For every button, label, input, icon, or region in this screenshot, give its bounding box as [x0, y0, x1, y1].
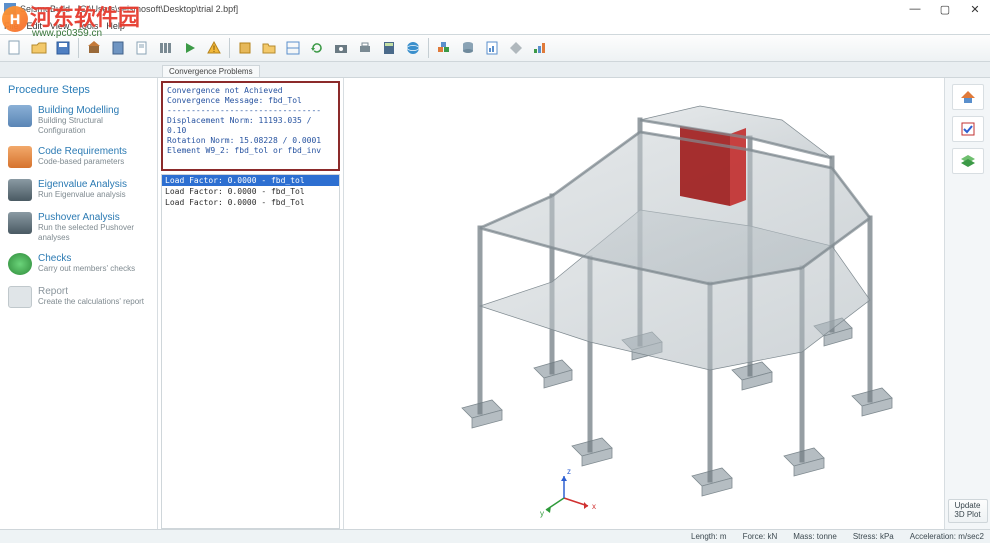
- status-mass: Mass: tonne: [793, 532, 837, 541]
- columns-icon[interactable]: [155, 37, 177, 59]
- tab-convergence[interactable]: Convergence Problems: [162, 65, 260, 77]
- structure-model: x y z: [344, 78, 944, 528]
- view-check-icon[interactable]: [952, 116, 984, 142]
- menu-bar: File Edit View Tools Help: [0, 18, 990, 34]
- app-icon: [4, 3, 16, 15]
- save-icon[interactable]: [52, 37, 74, 59]
- svg-text:x: x: [592, 502, 596, 511]
- diamond-icon[interactable]: [505, 37, 527, 59]
- db-icon[interactable]: [457, 37, 479, 59]
- view-layers-icon[interactable]: [952, 148, 984, 174]
- menu-help[interactable]: Help: [106, 21, 125, 31]
- calc-icon[interactable]: [378, 37, 400, 59]
- list-item[interactable]: Load Factor: 0.0000 - fbd_tol: [162, 175, 339, 186]
- status-force: Force: kN: [743, 532, 778, 541]
- main-toolbar: !: [0, 34, 990, 62]
- svg-text:y: y: [540, 509, 544, 518]
- app-title: SeismoBuild [C:\Users\seismosoft\Desktop…: [20, 4, 238, 14]
- procedure-steps-panel: Procedure Steps Building ModellingBuildi…: [0, 78, 158, 529]
- minimize-button[interactable]: —: [900, 0, 930, 18]
- new-file-icon[interactable]: [4, 37, 26, 59]
- load-factor-list[interactable]: Load Factor: 0.0000 - fbd_tol Load Facto…: [161, 174, 340, 529]
- update-3d-plot-button[interactable]: Update 3D Plot: [948, 499, 988, 523]
- axes-gizmo: x y z: [540, 467, 596, 518]
- run-icon[interactable]: [179, 37, 201, 59]
- warning-icon[interactable]: !: [203, 37, 225, 59]
- panel-title: Procedure Steps: [6, 82, 151, 102]
- maximize-button[interactable]: ▢: [930, 0, 960, 18]
- convergence-column: Convergence not Achieved Convergence Mes…: [158, 78, 344, 529]
- list-item[interactable]: Load Factor: 0.0000 - fbd_Tol: [162, 186, 339, 197]
- step-checks[interactable]: ChecksCarry out members' checks: [6, 250, 151, 283]
- cubes-icon[interactable]: [433, 37, 455, 59]
- view-toolbar: Update 3D Plot: [944, 78, 990, 529]
- chart-icon[interactable]: [529, 37, 551, 59]
- printer-icon[interactable]: [354, 37, 376, 59]
- status-bar: Length: m Force: kN Mass: tonne Stress: …: [0, 529, 990, 543]
- step-report[interactable]: ReportCreate the calculations' report: [6, 283, 151, 316]
- view-home-icon[interactable]: [952, 84, 984, 110]
- menu-tools[interactable]: Tools: [77, 21, 98, 31]
- svg-text:!: !: [213, 44, 216, 54]
- folder-icon[interactable]: [258, 37, 280, 59]
- struct-icon[interactable]: [282, 37, 304, 59]
- wizard-icon[interactable]: [83, 37, 105, 59]
- list-item[interactable]: Load Factor: 0.0000 - fbd_Tol: [162, 197, 339, 208]
- camera-icon[interactable]: [330, 37, 352, 59]
- book-icon[interactable]: [234, 37, 256, 59]
- status-accel: Acceleration: m/sec2: [910, 532, 984, 541]
- close-button[interactable]: ✕: [960, 0, 990, 18]
- page-icon[interactable]: [131, 37, 153, 59]
- menu-edit[interactable]: Edit: [27, 21, 43, 31]
- 3d-viewport[interactable]: x y z: [344, 78, 944, 529]
- status-stress: Stress: kPa: [853, 532, 894, 541]
- open-file-icon[interactable]: [28, 37, 50, 59]
- report-icon[interactable]: [481, 37, 503, 59]
- title-bar: SeismoBuild [C:\Users\seismosoft\Desktop…: [0, 0, 990, 18]
- step-building-modelling[interactable]: Building ModellingBuilding Structural Co…: [6, 102, 151, 143]
- building-icon[interactable]: [107, 37, 129, 59]
- menu-file[interactable]: File: [4, 21, 19, 31]
- refresh-icon[interactable]: [306, 37, 328, 59]
- svg-text:z: z: [567, 467, 571, 476]
- convergence-log: Convergence not Achieved Convergence Mes…: [161, 81, 340, 171]
- step-eigenvalue[interactable]: Eigenvalue AnalysisRun Eigenvalue analys…: [6, 176, 151, 209]
- step-pushover[interactable]: Pushover AnalysisRun the selected Pushov…: [6, 209, 151, 250]
- menu-view[interactable]: View: [50, 21, 69, 31]
- globe-icon[interactable]: [402, 37, 424, 59]
- step-code-requirements[interactable]: Code RequirementsCode-based parameters: [6, 143, 151, 176]
- status-length: Length: m: [691, 532, 727, 541]
- tab-bar: Convergence Problems: [0, 62, 990, 78]
